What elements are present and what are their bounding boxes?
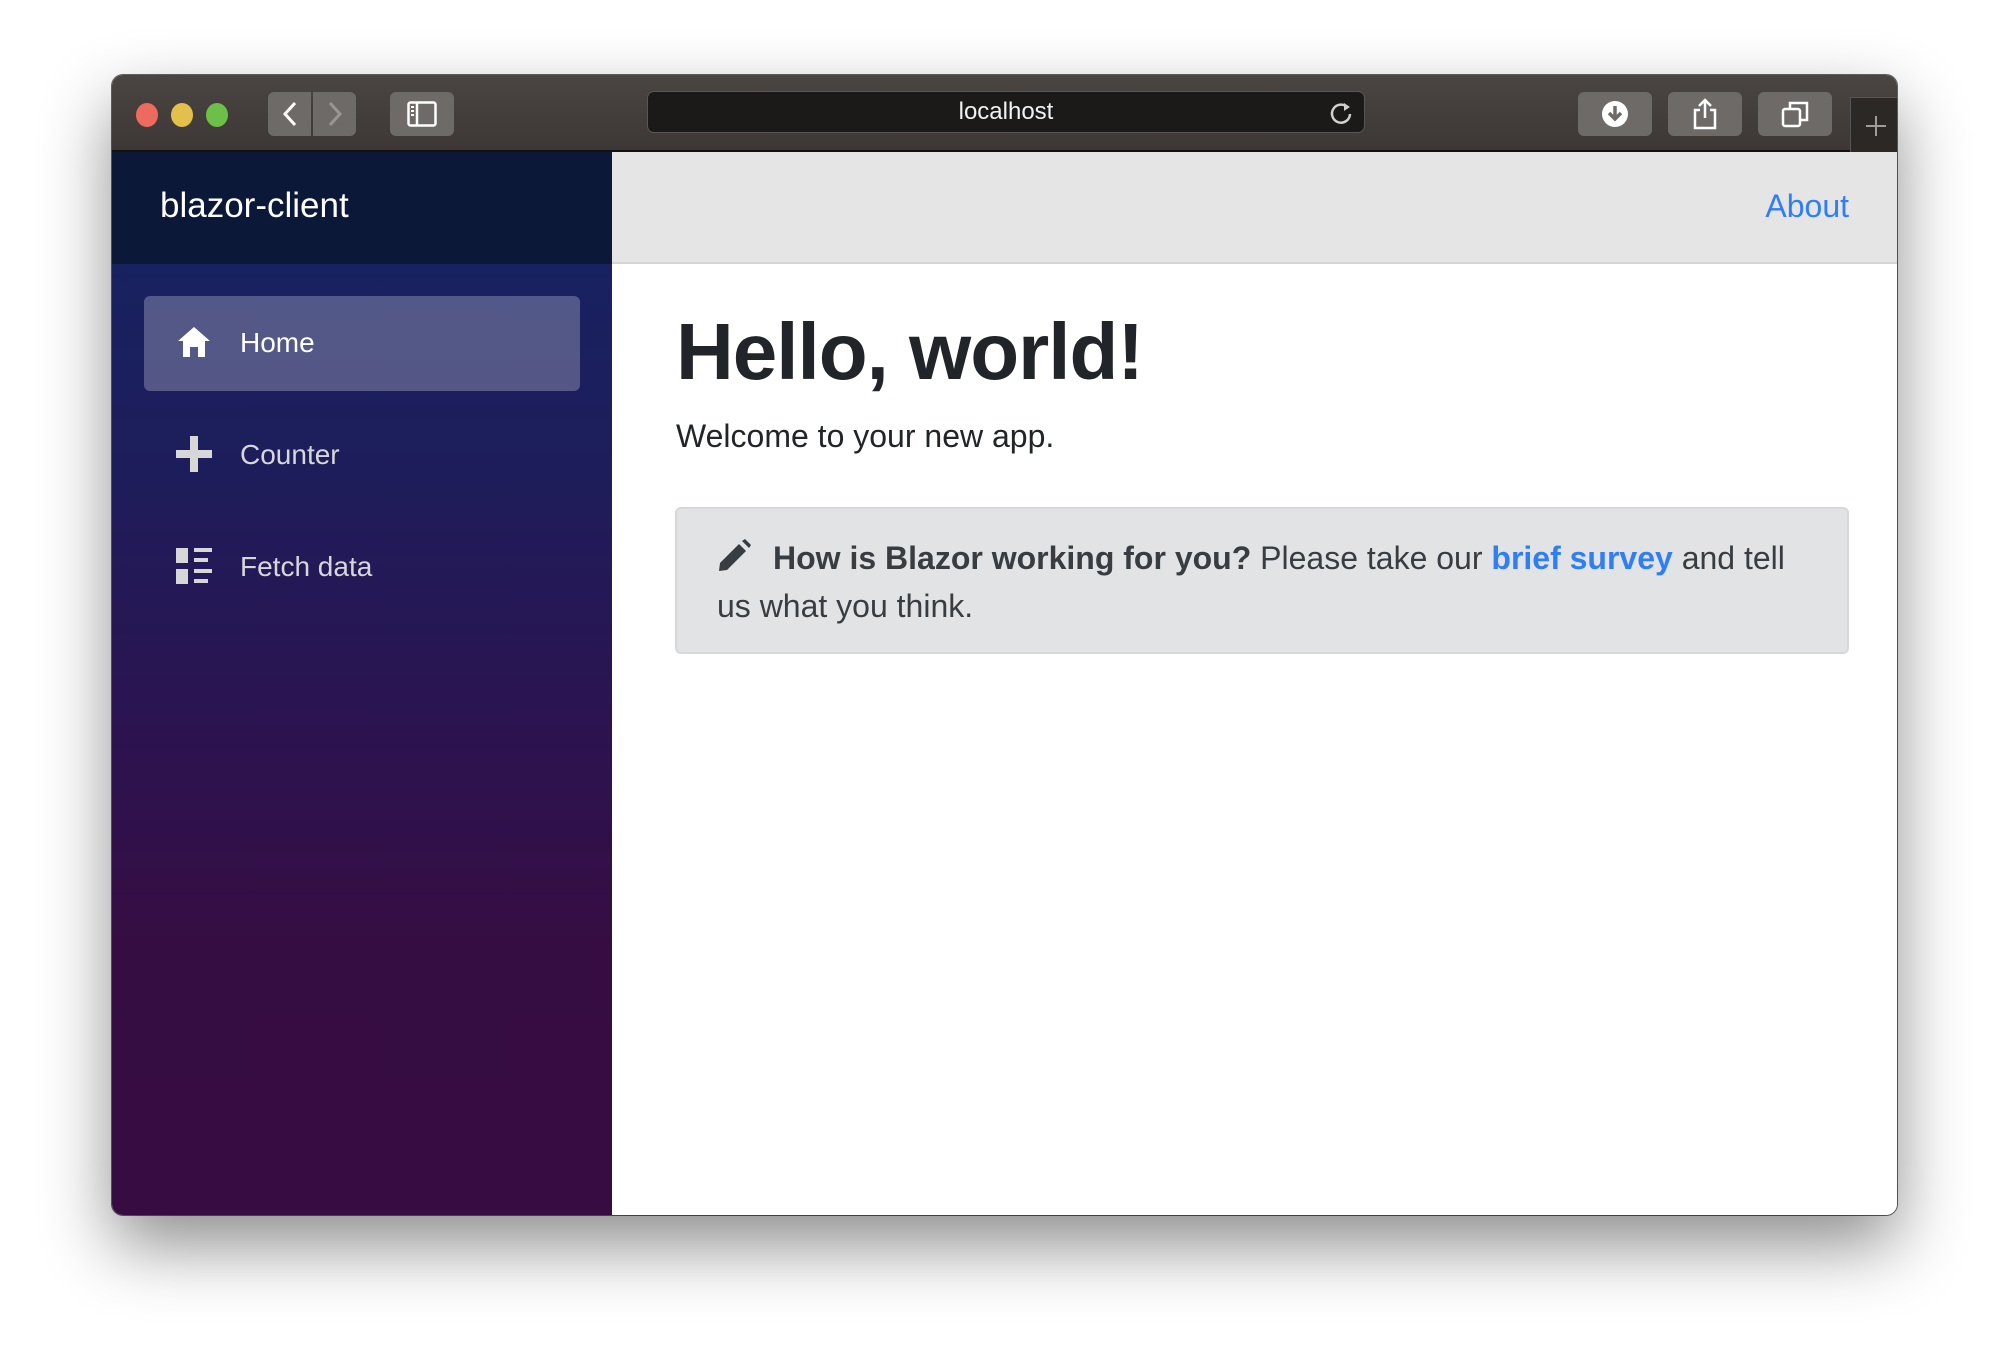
share-button[interactable] [1668, 92, 1742, 136]
title-bar: localhost [112, 75, 1897, 153]
sidebar-item-label: Fetch data [240, 551, 373, 582]
plus-icon [176, 436, 212, 472]
tabs-icon [1781, 101, 1809, 128]
sidebar-item-home[interactable]: Home [144, 296, 580, 391]
download-icon [1602, 101, 1628, 127]
forward-button[interactable] [313, 92, 356, 136]
page-title: Hello, world! [676, 307, 1144, 396]
about-link[interactable]: About [1765, 188, 1849, 225]
brand-link[interactable]: blazor-client [160, 186, 349, 226]
reload-icon[interactable] [1328, 100, 1354, 126]
brand-header: blazor-client [112, 152, 612, 264]
address-bar[interactable]: localhost [647, 91, 1365, 133]
welcome-text: Welcome to your new app. [676, 418, 1055, 454]
list-icon [176, 548, 212, 584]
downloads-button[interactable] [1578, 92, 1652, 136]
sidebar-item-counter[interactable]: Counter [144, 408, 580, 503]
sidebar: blazor-client Home Counter Fetch data [112, 152, 612, 1215]
sidebar-item-fetch-data[interactable]: Fetch data [144, 520, 580, 615]
back-button[interactable] [268, 92, 311, 136]
browser-window: localhost blazor-client Home Counter Fet… [112, 75, 1897, 1215]
minimize-window-button[interactable] [171, 103, 193, 127]
chevron-left-icon [282, 101, 296, 127]
survey-text-before: Please take our [1251, 540, 1492, 576]
close-window-button[interactable] [136, 103, 158, 127]
sidebar-toggle-button[interactable] [390, 92, 454, 136]
show-tabs-button[interactable] [1758, 92, 1832, 136]
sidebar-icon [407, 101, 437, 127]
share-icon [1693, 98, 1717, 130]
brief-survey-link[interactable]: brief survey [1491, 540, 1672, 576]
plus-icon [1866, 115, 1886, 136]
sidebar-item-label: Home [240, 327, 315, 358]
url-text: localhost [958, 98, 1054, 125]
top-row: About [612, 152, 1897, 264]
main-content: Hello, world! Welcome to your new app. H… [612, 264, 1897, 1215]
new-tab-button[interactable] [1850, 97, 1897, 153]
pencil-icon [719, 539, 751, 571]
sidebar-item-label: Counter [240, 439, 340, 470]
chevron-right-icon [328, 101, 342, 127]
home-icon [178, 327, 210, 357]
zoom-window-button[interactable] [206, 103, 228, 127]
survey-question: How is Blazor working for you? [773, 540, 1252, 576]
survey-alert: How is Blazor working for you? Please ta… [675, 507, 1849, 654]
